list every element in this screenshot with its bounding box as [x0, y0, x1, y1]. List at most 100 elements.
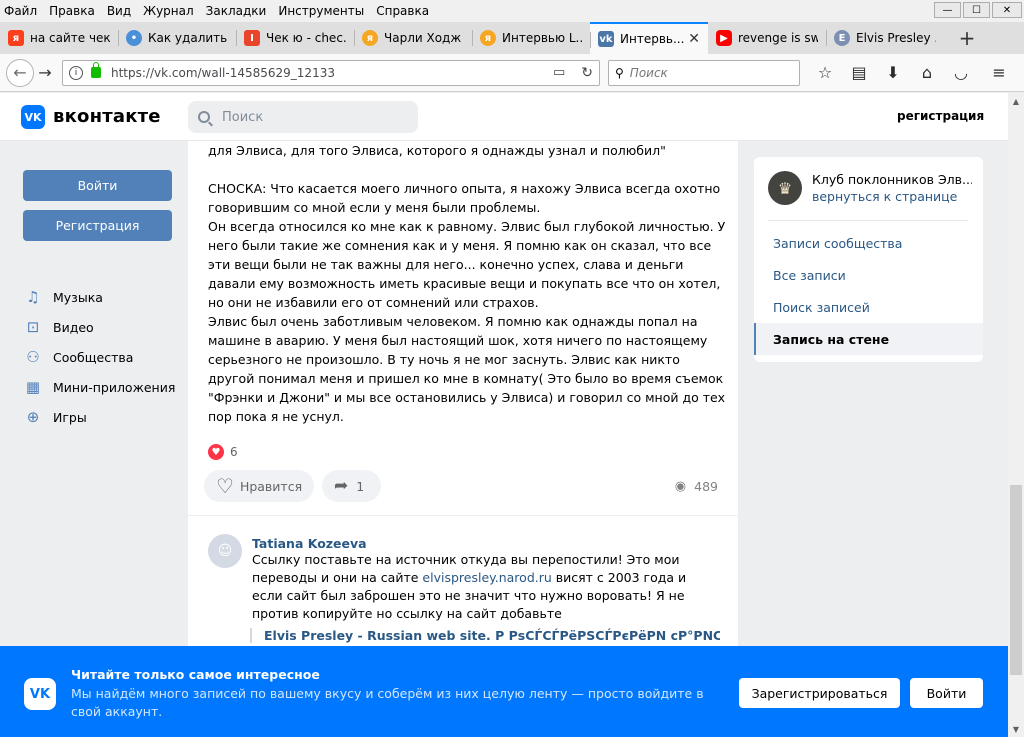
nav-item-video[interactable]: ⊡ Видео — [23, 312, 175, 342]
mini-apps-icon: ▦ — [25, 378, 41, 396]
comments-section: ☺ Tatiana Kozeeva Ссылку поставьте на ис… — [188, 516, 738, 646]
vk-search-input[interactable]: Поиск — [188, 101, 418, 133]
tab-title: revenge is sw... — [738, 31, 818, 45]
club-header[interactable]: ♛ Клуб поклонников Элв... вернуться к ст… — [768, 171, 972, 205]
url-bar[interactable]: i https://vk.com/wall-14585629_12133 ▭ ↻ — [62, 59, 600, 86]
menu-help[interactable]: Справка — [370, 4, 435, 18]
tab-title: Интервь... — [620, 32, 685, 46]
comment-author[interactable]: Tatiana Kozeeva — [252, 536, 367, 551]
tab-1[interactable]: я на сайте чек... — [0, 22, 118, 54]
divider — [768, 220, 968, 221]
close-window-button[interactable]: ✕ — [992, 2, 1022, 18]
club-name[interactable]: Клуб поклонников Элв... — [812, 172, 972, 187]
nav-item-games[interactable]: ⊕ Игры — [23, 402, 175, 432]
home-icon[interactable]: ⌂ — [910, 63, 944, 82]
vk-logo-icon[interactable]: VK — [21, 105, 45, 129]
scroll-up-icon[interactable]: ▲ — [1008, 93, 1024, 109]
register-link[interactable]: регистрация — [897, 109, 984, 123]
login-button[interactable]: Войти — [23, 170, 172, 201]
menubar: Файл Правка Вид Журнал Закладки Инструме… — [0, 0, 1024, 22]
menu-history[interactable]: Журнал — [137, 4, 200, 18]
forward-button[interactable]: → — [34, 63, 56, 82]
nav-item-label: Мини-приложения — [53, 379, 176, 395]
vk-brand-name[interactable]: вконтакте — [53, 106, 161, 127]
tab-2[interactable]: • Как удалить ... — [118, 22, 236, 54]
close-tab-icon[interactable]: ✕ — [684, 31, 700, 47]
avatar[interactable]: ☺ — [208, 534, 242, 568]
bookmark-star-icon[interactable]: ☆ — [808, 63, 842, 82]
tab-title: Чек ю - chec... — [266, 31, 346, 45]
nav-item-label: Сообщества — [53, 349, 134, 365]
menu-community-posts[interactable]: Записи сообщества — [754, 227, 983, 259]
gamepad-icon: ⊕ — [26, 408, 40, 426]
likes-count: 6 — [230, 445, 238, 459]
nav-item-music[interactable]: ♫ Музыка — [23, 282, 175, 312]
menu-view[interactable]: Вид — [101, 4, 137, 18]
reload-icon[interactable]: ↻ — [581, 65, 593, 81]
toolbar-icons: ☆ ▤ ⬇ ⌂ ◡ ≡ — [808, 63, 1016, 82]
likes-summary[interactable]: ♥ 6 — [208, 444, 238, 460]
tab-title: Как удалить ... — [148, 31, 228, 45]
comment-text: Ссылку поставьте на источник откуда вы п… — [252, 551, 718, 623]
like-button[interactable]: ♡ Нравится — [204, 470, 314, 502]
download-icon[interactable]: ⬇ — [876, 63, 910, 82]
pocket-icon[interactable]: ◡ — [944, 63, 978, 82]
post-text: для Элвиса, для того Элвиса, которого я … — [208, 143, 726, 424]
banner-login-button[interactable]: Войти — [910, 678, 983, 708]
heart-icon: ♥ — [208, 444, 224, 460]
back-forward: ← → — [6, 58, 58, 87]
tab-title: Чарли Ходж ... — [384, 31, 464, 45]
search-icon: ⚲ — [615, 65, 624, 80]
tab-6-active[interactable]: vk Интервь... ✕ — [590, 22, 708, 54]
nav-item-communities[interactable]: ⚇ Сообщества — [23, 342, 175, 372]
banner-title: Читайте только самое интересное — [71, 667, 320, 682]
scroll-thumb[interactable] — [1010, 485, 1022, 675]
browser-search-input[interactable]: ⚲ Поиск — [608, 59, 800, 86]
communities-icon: ⚇ — [26, 348, 40, 366]
left-nav: ♫ Музыка ⊡ Видео ⚇ Сообщества ▦ Мини-при… — [23, 282, 175, 432]
club-info: Клуб поклонников Элв... вернуться к стра… — [812, 172, 972, 204]
maximize-button[interactable]: ☐ — [963, 2, 990, 18]
tab-7[interactable]: ▶ revenge is sw... — [708, 22, 826, 54]
tab-4[interactable]: я Чарли Ходж ... — [354, 22, 472, 54]
back-to-page-link[interactable]: вернуться к странице — [812, 189, 972, 204]
yandex-icon: я — [8, 30, 24, 46]
nav-item-mini-apps[interactable]: ▦ Мини-приложения — [23, 372, 175, 402]
page-scrollbar[interactable]: ▲ ▼ — [1008, 93, 1024, 737]
attached-link[interactable]: Elvis Presley - Russian web site. Р РѕСЃ… — [250, 628, 720, 643]
menu-wall-post[interactable]: Запись на стене — [754, 323, 983, 355]
banner-text: Мы найдём много записей по вашему вкусу … — [71, 686, 704, 719]
back-button[interactable]: ← — [6, 58, 34, 87]
music-icon: ♫ — [26, 288, 40, 306]
right-sidebar: ♛ Клуб поклонников Элв... вернуться к ст… — [754, 157, 983, 362]
wall-menu: Записи сообщества Все записи Поиск запис… — [754, 227, 983, 355]
menu-bookmarks[interactable]: Закладки — [200, 4, 273, 18]
menu-file[interactable]: Файл — [0, 4, 43, 18]
share-count: 1 — [356, 478, 365, 494]
eye-icon: ◉ — [674, 479, 687, 494]
video-icon: ⊡ — [26, 318, 40, 336]
minimize-button[interactable]: — — [934, 2, 961, 18]
tab-3[interactable]: I Чек ю - chec... — [236, 22, 354, 54]
reader-view-icon[interactable]: ▭ — [553, 65, 565, 80]
club-avatar[interactable]: ♛ — [768, 171, 802, 205]
hamburger-menu-icon[interactable]: ≡ — [982, 63, 1016, 82]
banner-register-button[interactable]: Зарегистрироваться — [739, 678, 900, 708]
signup-banner: VK Читайте только самое интересное Мы на… — [0, 646, 1008, 737]
share-button[interactable]: ➦ 1 — [322, 470, 381, 502]
chat-icon: • — [126, 30, 142, 46]
menu-tools[interactable]: Инструменты — [272, 4, 370, 18]
info-icon[interactable]: i — [69, 65, 83, 80]
tab-8[interactable]: E Elvis Presley ... — [826, 22, 944, 54]
menu-all-posts[interactable]: Все записи — [754, 259, 983, 291]
library-icon[interactable]: ▤ — [842, 63, 876, 82]
url-text[interactable]: https://vk.com/wall-14585629_12133 — [111, 66, 335, 80]
new-tab-button[interactable]: + — [952, 22, 982, 54]
navigation-toolbar: ← → i https://vk.com/wall-14585629_12133… — [0, 54, 1024, 92]
scroll-down-icon[interactable]: ▼ — [1008, 721, 1024, 737]
register-button[interactable]: Регистрация — [23, 210, 172, 241]
tab-5[interactable]: я Интервью L... — [472, 22, 590, 54]
comment-link[interactable]: elvispresley.narod.ru — [422, 570, 551, 585]
menu-search-posts[interactable]: Поиск записей — [754, 291, 983, 323]
menu-edit[interactable]: Правка — [43, 4, 101, 18]
